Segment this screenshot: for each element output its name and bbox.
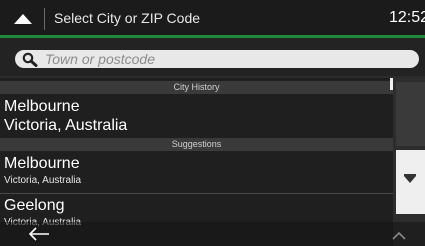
section-header-history: City History xyxy=(0,81,393,94)
city-name: Geelong xyxy=(4,197,65,214)
header-divider xyxy=(44,8,45,30)
chevron-up-icon[interactable] xyxy=(391,228,407,246)
city-name: Melbourne xyxy=(4,155,80,172)
scrollbar[interactable] xyxy=(390,78,425,246)
city-region: Victoria, Australia xyxy=(4,117,128,134)
clock: 12:52 xyxy=(388,9,425,26)
title-bar: Select City or ZIP Code 12:52 xyxy=(0,0,425,38)
bottom-bar xyxy=(0,222,425,246)
search-input[interactable]: Town or postcode xyxy=(15,50,419,68)
triangle-up-icon[interactable] xyxy=(14,14,32,24)
scroll-down-button[interactable] xyxy=(396,150,425,214)
search-placeholder: Town or postcode xyxy=(45,51,155,67)
triangle-down-icon xyxy=(404,176,416,183)
back-arrow-icon[interactable] xyxy=(28,227,50,246)
search-icon xyxy=(22,52,38,72)
city-region: Victoria, Australia xyxy=(4,175,82,186)
city-list: City History Melbourne Victoria, Austral… xyxy=(0,78,393,246)
city-name: Melbourne xyxy=(4,98,80,115)
page-title: Select City or ZIP Code xyxy=(54,10,201,26)
search-area: Town or postcode xyxy=(0,38,425,76)
list-item[interactable]: Melbourne Victoria, Australia xyxy=(0,152,393,192)
scroll-thumb[interactable] xyxy=(390,78,393,90)
section-header-suggestions: Suggestions xyxy=(0,138,393,151)
list-item[interactable]: Melbourne Victoria, Australia xyxy=(0,94,393,136)
scroll-up-area[interactable] xyxy=(396,82,425,146)
